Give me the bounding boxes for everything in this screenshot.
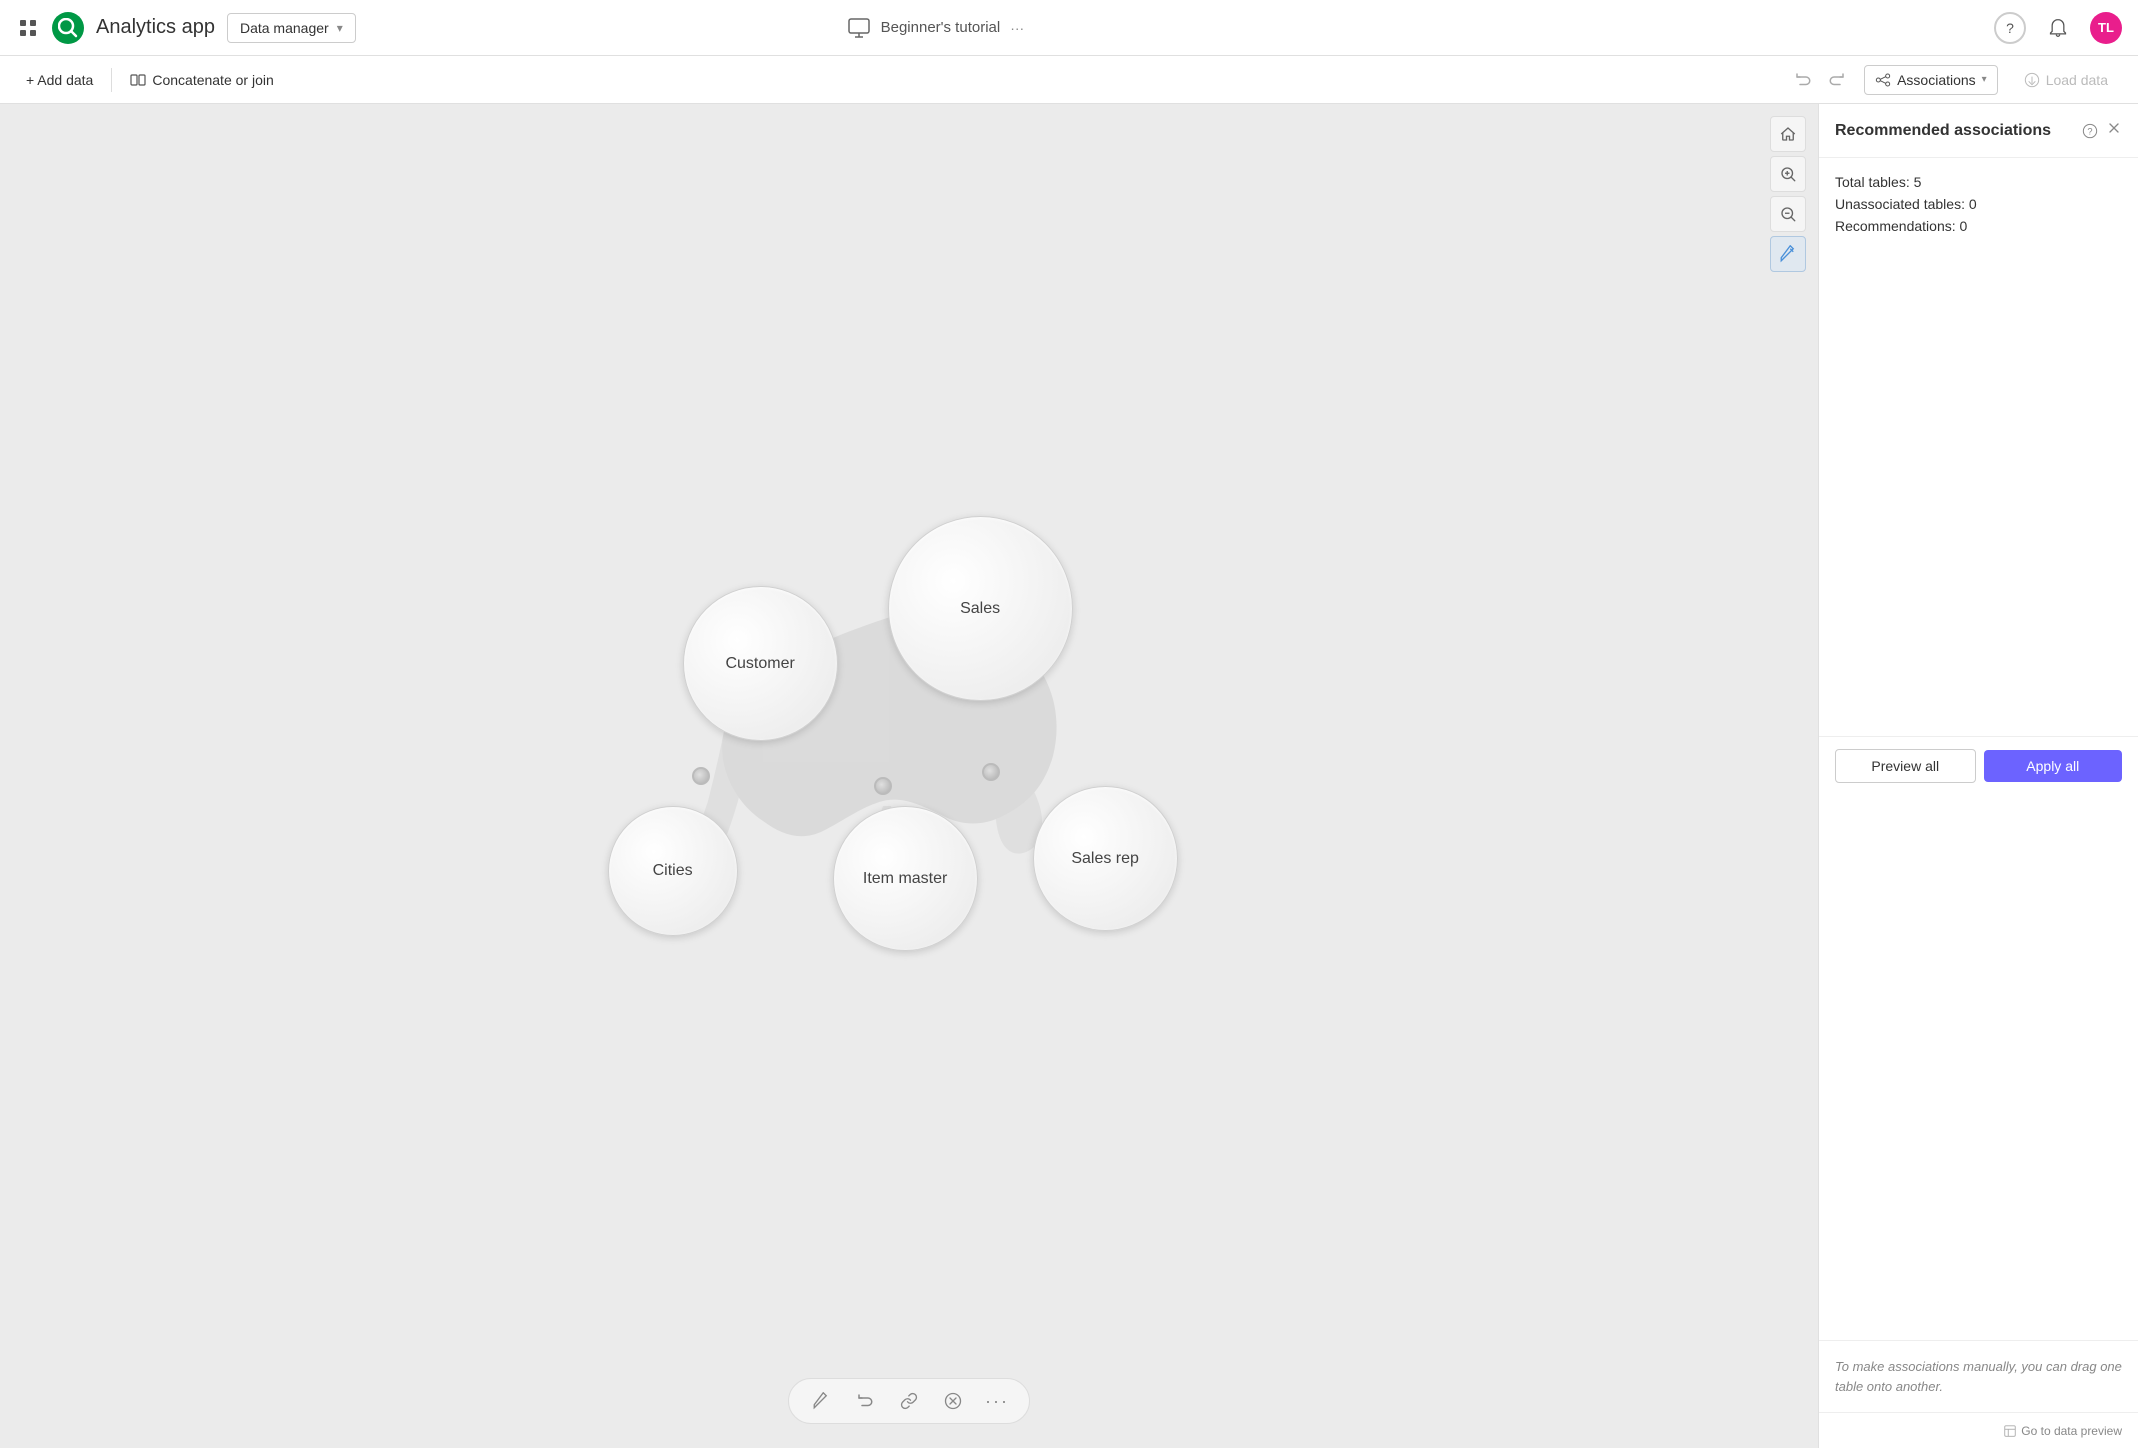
panel-actions: Preview all Apply all (1819, 736, 2138, 795)
apply-all-button[interactable]: Apply all (1984, 750, 2123, 782)
zoom-in-canvas-icon[interactable] (1770, 156, 1806, 192)
svg-text:?: ? (2087, 126, 2092, 136)
main-area: Customer Sales Cities Item master Sales … (0, 104, 2138, 1448)
tutorial-more-icon[interactable]: ··· (1010, 20, 1024, 36)
panel-help-icon[interactable]: ? (2082, 123, 2098, 139)
grid-menu-icon[interactable] (16, 16, 40, 40)
right-panel: Recommended associations ? Total tables:… (1818, 104, 2138, 1448)
home-canvas-icon[interactable] (1770, 116, 1806, 152)
nav-right: ? TL (1994, 12, 2122, 44)
undo-button[interactable] (1788, 65, 1818, 95)
item-master-bubble[interactable]: Item master (833, 806, 978, 951)
help-icon[interactable]: ? (1994, 12, 2026, 44)
customer-bubble[interactable]: Customer (683, 586, 838, 741)
panel-body: Total tables: 5 Unassociated tables: 0 R… (1819, 158, 2138, 736)
tutorial-label[interactable]: Beginner's tutorial (881, 19, 1001, 36)
panel-title: Recommended associations (1835, 122, 2074, 140)
associations-button[interactable]: Associations ▾ (1864, 65, 1998, 95)
edit-canvas-icon[interactable] (1770, 236, 1806, 272)
screen-icon (847, 16, 871, 40)
panel-data-preview-bar: Go to data preview (1819, 1412, 2138, 1448)
conn-dot-sales-item (874, 777, 892, 795)
redo-button[interactable] (1822, 65, 1852, 95)
app-title: Analytics app (96, 16, 215, 39)
conn-dot-sales-salesrep (982, 763, 1000, 781)
dropdown-chevron: ▾ (337, 21, 343, 35)
concatenate-icon (130, 72, 146, 88)
bottom-link-icon[interactable] (893, 1385, 925, 1417)
load-data-button[interactable]: Load data (2010, 66, 2122, 94)
undo-redo-group (1788, 65, 1852, 95)
total-tables-stat: Total tables: 5 (1835, 174, 2122, 190)
sales-bubble[interactable]: Sales (888, 516, 1073, 701)
bubble-map: Customer Sales Cities Item master Sales … (523, 416, 1223, 1016)
avatar[interactable]: TL (2090, 12, 2122, 44)
bottom-more-icon[interactable]: ··· (981, 1385, 1013, 1417)
associations-icon (1875, 72, 1891, 88)
sales-rep-label: Sales rep (1071, 850, 1139, 868)
bottom-delete-icon[interactable] (937, 1385, 969, 1417)
qlik-logo[interactable] (52, 12, 84, 44)
notification-bell-icon[interactable] (2042, 12, 2074, 44)
recommendations-stat: Recommendations: 0 (1835, 218, 2122, 234)
bottom-undo-icon[interactable] (849, 1385, 881, 1417)
customer-label: Customer (725, 655, 794, 673)
zoom-out-canvas-icon[interactable] (1770, 196, 1806, 232)
load-data-icon (2024, 72, 2040, 88)
item-master-label: Item master (863, 870, 947, 888)
panel-header: Recommended associations ? (1819, 104, 2138, 158)
conn-dot-customer-cities (692, 767, 710, 785)
bottom-edit-icon[interactable] (805, 1385, 837, 1417)
associations-chevron: ▾ (1982, 74, 1987, 85)
preview-all-button[interactable]: Preview all (1835, 749, 1976, 783)
sales-label: Sales (960, 600, 1000, 618)
canvas-bottom-toolbar: ··· (788, 1378, 1030, 1424)
cities-bubble[interactable]: Cities (608, 806, 738, 936)
data-manager-dropdown[interactable]: Data manager ▾ (227, 13, 356, 43)
panel-footer: To make associations manually, you can d… (1819, 1340, 2138, 1412)
top-nav: Analytics app Data manager ▾ Beginner's … (0, 0, 2138, 56)
center-nav: Beginner's tutorial ··· (847, 16, 1025, 40)
data-manager-label: Data manager (240, 20, 329, 36)
data-preview-link[interactable]: Go to data preview (2003, 1424, 2122, 1438)
concatenate-join-button[interactable]: Concatenate or join (120, 66, 283, 94)
add-data-button[interactable]: + Add data (16, 66, 103, 94)
panel-close-icon[interactable] (2106, 120, 2122, 141)
canvas-right-toolbar (1770, 116, 1806, 272)
panel-empty-space (1819, 795, 2138, 1341)
toolbar-right: Associations ▾ Load data (1788, 65, 2122, 95)
cities-label: Cities (653, 862, 693, 880)
toolbar: + Add data Concatenate or join (0, 56, 2138, 104)
canvas-area[interactable]: Customer Sales Cities Item master Sales … (0, 104, 1818, 1448)
unassociated-tables-stat: Unassociated tables: 0 (1835, 196, 2122, 212)
sales-rep-bubble[interactable]: Sales rep (1033, 786, 1178, 931)
